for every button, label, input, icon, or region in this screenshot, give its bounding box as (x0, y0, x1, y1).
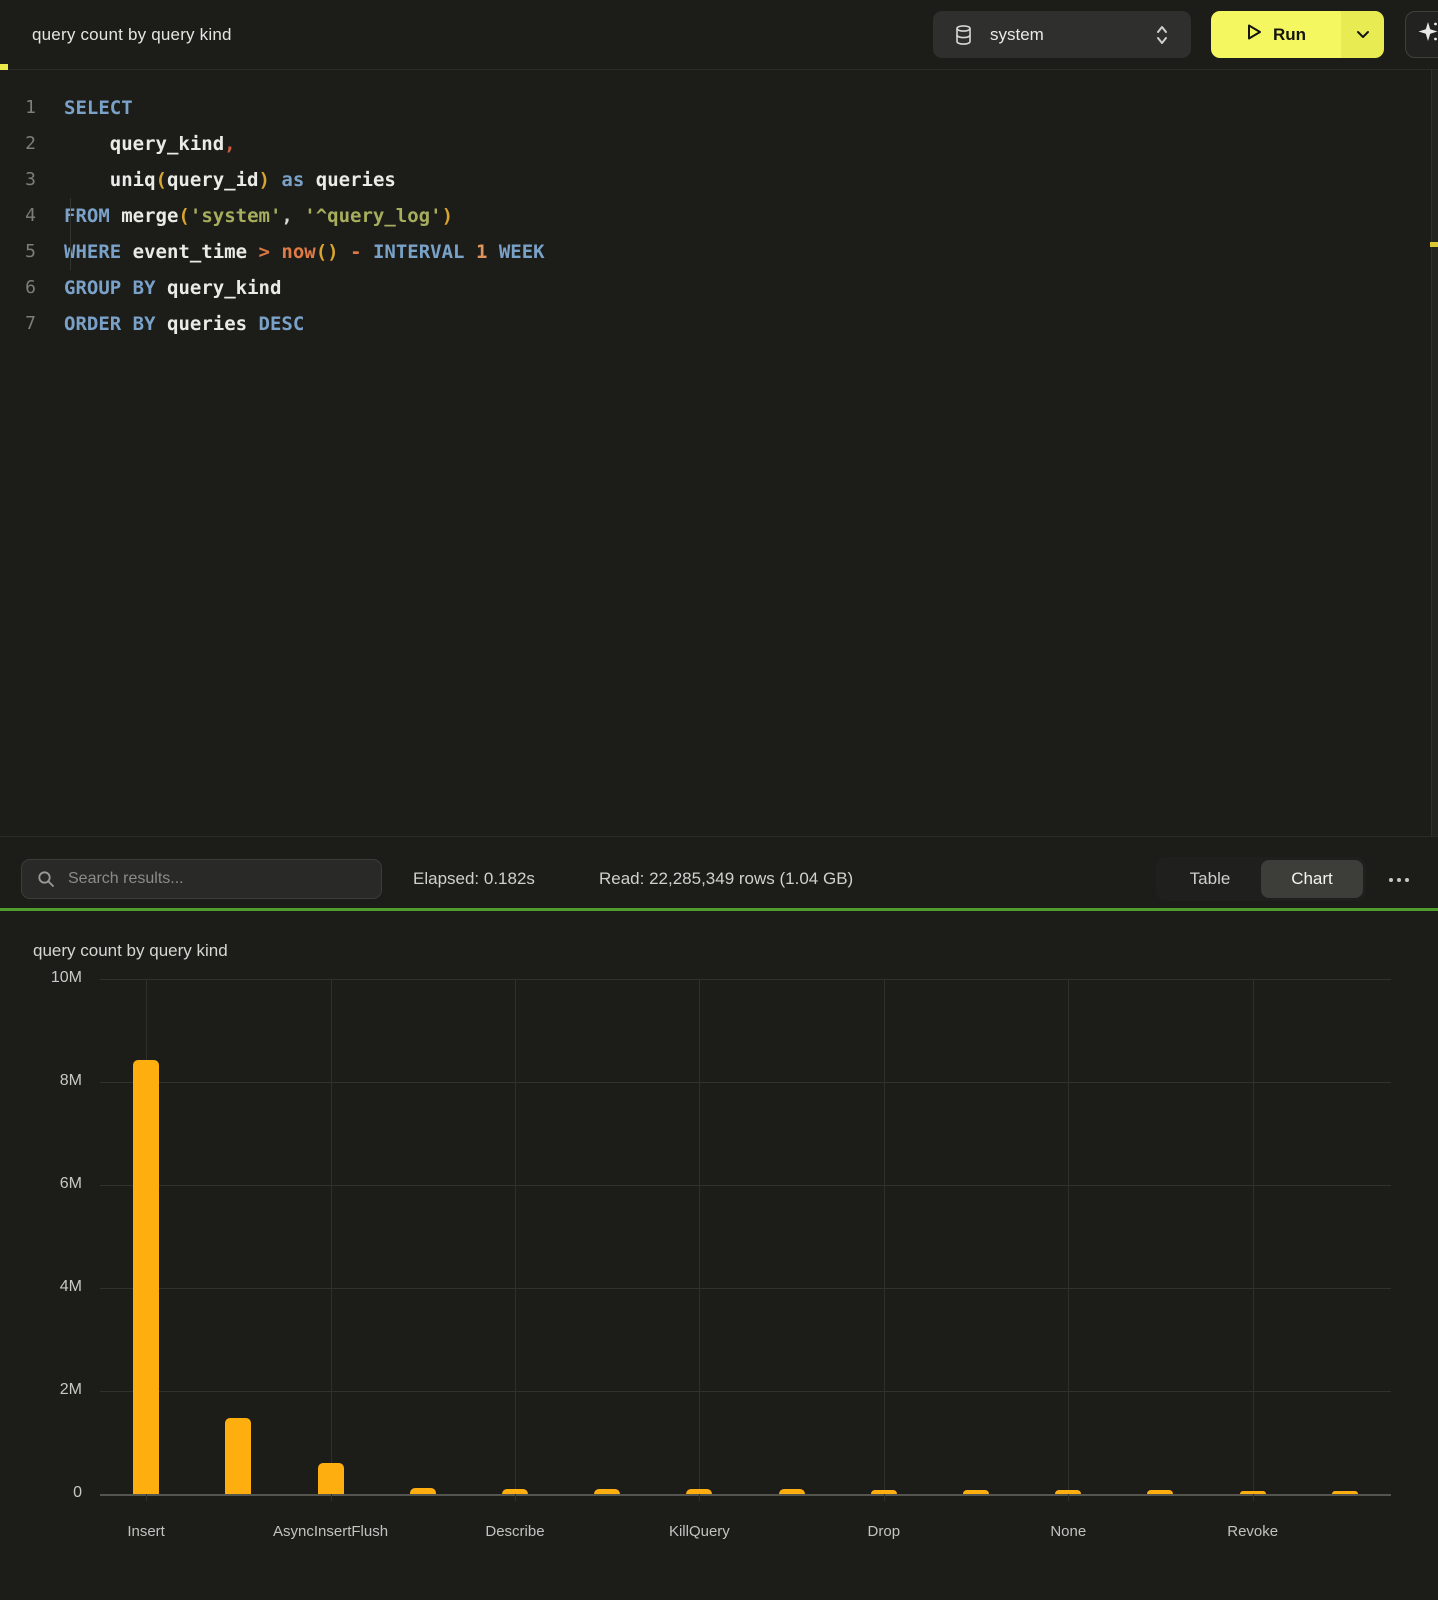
tab-chart[interactable]: Chart (1261, 860, 1363, 898)
top-bar: query count by query kind system (0, 0, 1438, 70)
read-stat: Read: 22,285,349 rows (1.04 GB) (599, 859, 853, 899)
tab-table[interactable]: Table (1159, 860, 1261, 898)
gridline-v (1068, 979, 1069, 1501)
database-selector-value: system (990, 25, 1044, 45)
more-options-button[interactable] (1382, 867, 1416, 891)
x-axis-label: KillQuery (609, 1523, 789, 1540)
view-toggle: Table Chart (1156, 857, 1366, 901)
bar[interactable] (225, 1418, 251, 1494)
code-line[interactable]: 3 uniq(query_id) as queries (0, 162, 1438, 198)
code-text: query_kind, (64, 126, 236, 162)
bar[interactable] (1240, 1491, 1266, 1494)
line-number: 7 (0, 306, 44, 342)
x-axis-label: Revoke (1163, 1523, 1343, 1540)
bar[interactable] (871, 1490, 897, 1494)
run-options-button[interactable] (1341, 11, 1384, 58)
gridline-v (884, 979, 885, 1501)
gridline-h (100, 1288, 1391, 1289)
bar[interactable] (318, 1463, 344, 1494)
chart-panel: query count by query kind 10M 8M 6M 4M 2M 0 In… (0, 911, 1438, 1600)
x-axis-label: AsyncInsertFlush (241, 1523, 421, 1540)
code-line[interactable]: 5 WHERE event_time > now() - INTERVAL 1 W… (0, 234, 1438, 270)
code-area: 1SELECT2 query_kind,3 uniq(query_id) as … (0, 90, 1438, 342)
sql-editor[interactable]: 1SELECT2 query_kind,3 uniq(query_id) as … (0, 70, 1438, 836)
bar[interactable] (502, 1489, 528, 1494)
code-text: ORDER BY queries DESC (64, 306, 304, 342)
gridline-v (331, 979, 332, 1501)
line-number: 6 (0, 270, 44, 306)
assist-button[interactable] (1405, 11, 1438, 58)
line-number: 1 (0, 90, 44, 126)
bar[interactable] (133, 1060, 159, 1494)
code-line[interactable]: 6 GROUP BY query_kind (0, 270, 1438, 306)
sparkle-icon (1417, 20, 1438, 49)
chevron-down-icon (1356, 26, 1370, 44)
run-button-label: Run (1273, 25, 1306, 45)
y-axis-label: 10M (0, 969, 82, 987)
bar[interactable] (1147, 1490, 1173, 1494)
y-axis-label: 4M (0, 1278, 82, 1296)
gridline-h (100, 1082, 1391, 1083)
run-button-group: Run (1211, 11, 1384, 58)
code-text: FROM merge('system', '^query_log') (64, 198, 453, 234)
bar[interactable] (686, 1489, 712, 1494)
code-line[interactable]: 4 FROM merge('system', '^query_log') (0, 198, 1438, 234)
gridline-h (100, 979, 1391, 980)
search-input[interactable] (21, 859, 382, 899)
ellipsis-icon (1388, 870, 1410, 888)
bar[interactable] (410, 1488, 436, 1494)
gridline-h (100, 1185, 1391, 1186)
bar[interactable] (1055, 1490, 1081, 1494)
bar[interactable] (1332, 1491, 1358, 1494)
run-button[interactable]: Run (1211, 11, 1341, 58)
x-axis-label: None (978, 1523, 1158, 1540)
bar[interactable] (779, 1489, 805, 1494)
gridline-v (699, 979, 700, 1501)
chevrons-up-down-icon (1155, 24, 1169, 46)
code-text: SELECT (64, 90, 133, 126)
overview-ruler-mark (1430, 242, 1438, 247)
play-icon (1246, 23, 1263, 46)
code-text: GROUP BY query_kind (64, 270, 281, 306)
x-axis-label: Drop (794, 1523, 974, 1540)
results-toolbar: Elapsed: 0.182s Read: 22,285,349 rows (1… (0, 836, 1438, 908)
database-selector[interactable]: system (933, 11, 1191, 58)
search-icon (37, 870, 55, 893)
bar[interactable] (594, 1489, 620, 1494)
x-axis-label: Insert (56, 1523, 236, 1540)
code-line[interactable]: 7 ORDER BY queries DESC (0, 306, 1438, 342)
line-number: 3 (0, 162, 44, 198)
code-line[interactable]: 1 SELECT (0, 90, 1438, 126)
line-number: 2 (0, 126, 44, 162)
gridline-v (515, 979, 516, 1501)
code-text: WHERE event_time > now() - INTERVAL 1 WE… (64, 234, 545, 270)
y-axis-label: 0 (0, 1484, 82, 1502)
y-axis-label: 8M (0, 1072, 82, 1090)
gridline-h (100, 1391, 1391, 1392)
code-line[interactable]: 2 query_kind, (0, 126, 1438, 162)
y-axis-label: 2M (0, 1381, 82, 1399)
code-text: uniq(query_id) as queries (64, 162, 396, 198)
elapsed-stat: Elapsed: 0.182s (413, 859, 535, 899)
plot-area (100, 979, 1391, 1494)
query-title: query count by query kind (32, 0, 232, 70)
indent-guide (70, 198, 71, 270)
x-axis-label: Describe (425, 1523, 605, 1540)
editor-scrollbar[interactable] (1431, 70, 1438, 836)
search-box (21, 859, 382, 899)
bar[interactable] (963, 1490, 989, 1494)
sql-console: query count by query kind system (0, 0, 1438, 1600)
gridline-h (100, 1494, 1391, 1496)
database-icon (955, 25, 972, 45)
y-axis-label: 6M (0, 1175, 82, 1193)
line-number: 4 (0, 198, 44, 234)
chart-title: query count by query kind (33, 941, 228, 961)
line-number: 5 (0, 234, 44, 270)
gridline-v (1253, 979, 1254, 1501)
